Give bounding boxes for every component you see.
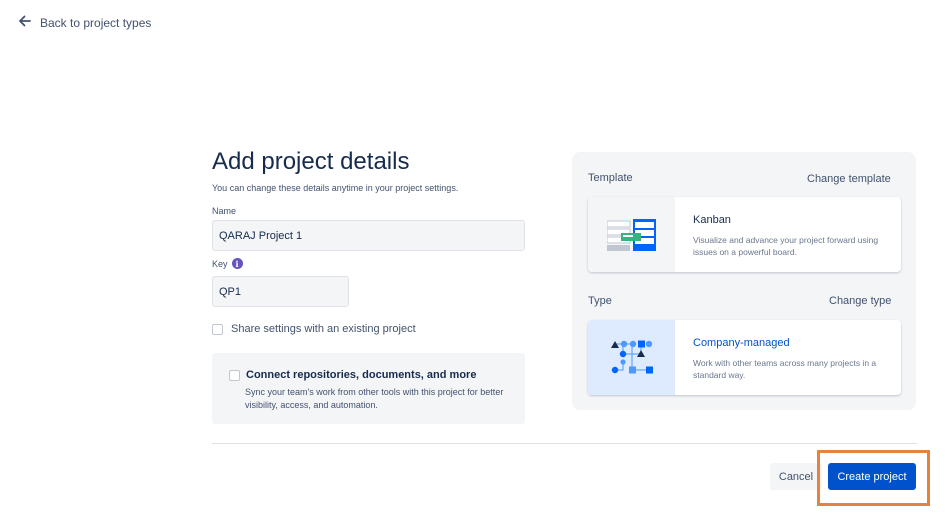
kanban-board-icon: [588, 197, 675, 272]
connect-title: Connect repositories, documents, and mor…: [246, 369, 477, 381]
key-label: Key: [212, 258, 228, 269]
type-card[interactable]: Company-managed Work with other teams ac…: [588, 320, 901, 395]
template-section-label: Template: [588, 172, 633, 184]
key-label-row: Key i: [212, 258, 243, 269]
template-description: Visualize and advance your project forwa…: [693, 235, 879, 257]
type-description: Work with other teams across many projec…: [693, 358, 877, 380]
change-type-link[interactable]: Change type: [829, 295, 891, 307]
share-settings-label: Share settings with an existing project: [231, 323, 416, 335]
key-input[interactable]: [212, 276, 349, 307]
template-card-body: Kanban Visualize and advance your projec…: [675, 197, 901, 272]
connect-checkbox[interactable]: [229, 370, 240, 381]
change-template-link[interactable]: Change template: [807, 173, 891, 185]
template-name: Kanban: [693, 214, 731, 226]
name-label: Name: [212, 206, 237, 216]
name-input[interactable]: [212, 220, 525, 251]
share-settings-checkbox[interactable]: [212, 323, 223, 335]
share-settings-option[interactable]: Share settings with an existing project: [212, 323, 416, 335]
cancel-button[interactable]: Cancel: [770, 463, 822, 490]
type-card-body: Company-managed Work with other teams ac…: [675, 320, 901, 395]
type-section-label: Type: [588, 295, 612, 307]
connect-description: Sync your team's work from other tools w…: [245, 387, 504, 410]
template-card[interactable]: Kanban Visualize and advance your projec…: [588, 197, 901, 272]
page-subtitle: You can change these details anytime in …: [212, 183, 459, 193]
highlight-box: [817, 450, 930, 506]
back-link[interactable]: Back to project types: [18, 12, 151, 34]
arrow-left-icon: [18, 14, 32, 33]
type-name: Company-managed: [693, 337, 790, 349]
company-managed-icon: [588, 320, 675, 395]
page-title: Add project details: [212, 148, 410, 175]
footer-divider: [212, 443, 917, 444]
back-link-label: Back to project types: [40, 16, 152, 30]
info-icon[interactable]: i: [231, 258, 243, 269]
